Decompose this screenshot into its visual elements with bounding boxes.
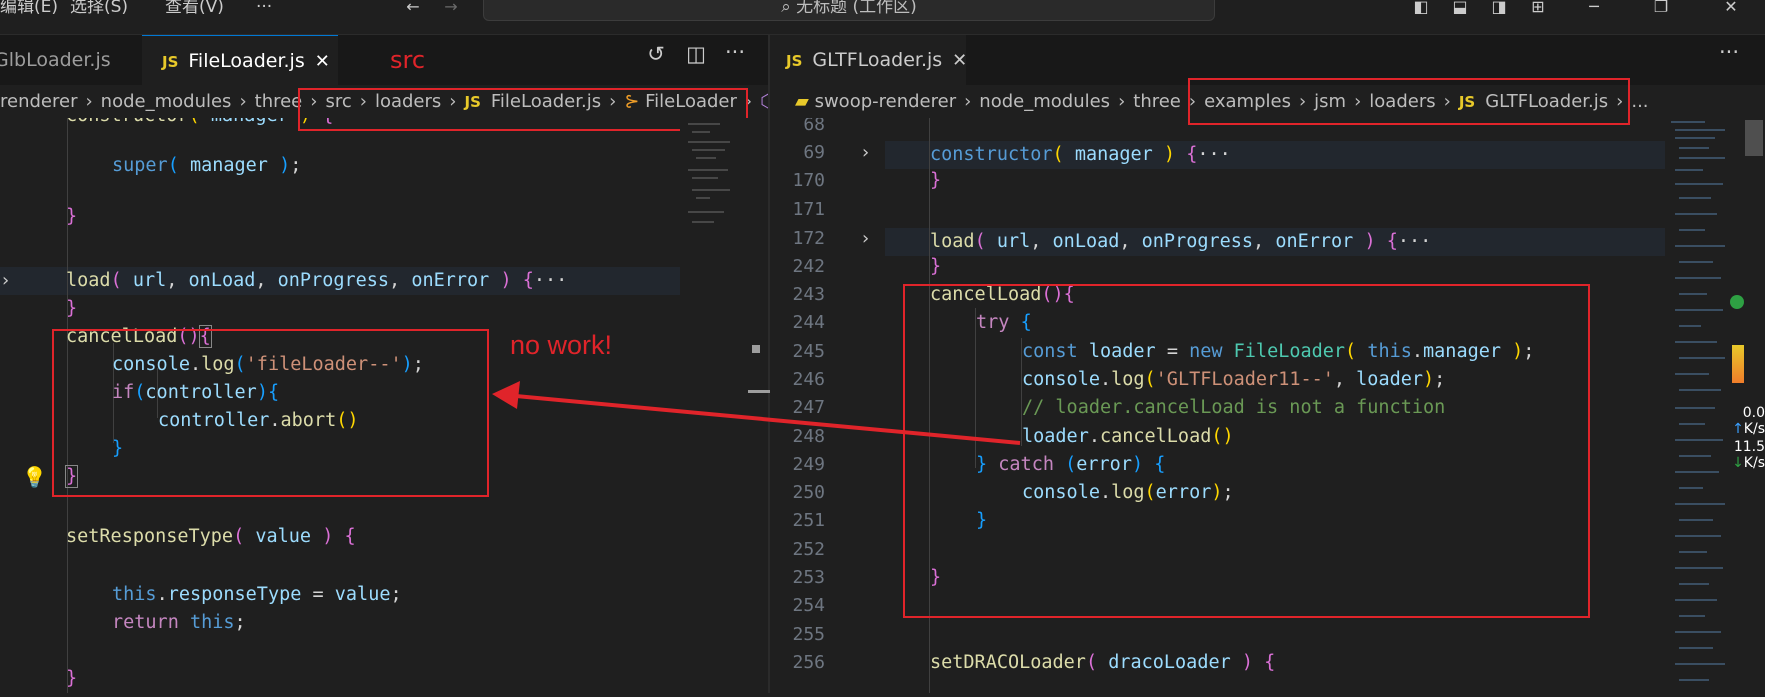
line-number: 255 [792, 624, 825, 645]
code-line: this.responseType = value; [112, 584, 402, 605]
search-icon: ⌕ [781, 0, 797, 17]
line-number: 253 [792, 567, 825, 588]
code-line: } [66, 206, 78, 227]
menu-more[interactable]: ··· [256, 0, 272, 22]
line-number: 170 [792, 170, 825, 191]
more-actions-icon[interactable]: ··· [1718, 42, 1740, 63]
tab-label: FileLoader.js [188, 50, 305, 72]
fold-chevron-icon[interactable]: › [0, 267, 11, 295]
download-speed: 11.5 [1733, 439, 1765, 455]
line-number: 68 [803, 118, 825, 135]
breadcrumb-item[interactable]: renderer [0, 91, 77, 112]
breadcrumb-item[interactable]: node_modules [101, 91, 232, 112]
line-number: 248 [792, 426, 825, 447]
forward-arrow-icon[interactable]: → [440, 0, 462, 16]
upload-unit: K/s [1743, 421, 1765, 437]
customize-layout-icon[interactable]: ⊞ [1527, 0, 1549, 16]
scroll-marker [752, 345, 760, 353]
code-line: } [930, 256, 942, 277]
js-file-icon: JS [786, 52, 803, 70]
history-icon[interactable]: ↺ [645, 44, 667, 65]
back-arrow-icon[interactable]: ← [402, 0, 424, 16]
tab-gltfloader[interactable]: JS GLTFLoader.js ✕ [770, 35, 967, 85]
folder-icon: ▰ [795, 91, 815, 112]
toggle-secondary-sidebar-icon[interactable]: ◨ [1488, 0, 1510, 16]
line-number: 69 [803, 142, 825, 163]
minimize-icon[interactable]: ─ [1583, 0, 1605, 16]
code-line: constructor( manager ) {··· [930, 144, 1231, 165]
fold-chevron-icon[interactable]: › [860, 139, 871, 167]
code-line: setResponseType( value ) { [66, 526, 356, 547]
line-number: 249 [792, 454, 825, 475]
breadcrumb-item[interactable]: ... [1631, 91, 1648, 112]
line-number: 256 [792, 652, 825, 673]
toggle-primary-sidebar-icon[interactable]: ◧ [1410, 0, 1432, 16]
menu-edit[interactable]: 编辑(E) [0, 0, 58, 22]
code-line: } [66, 668, 78, 689]
code-line: return this; [112, 612, 246, 633]
command-center[interactable]: ⌕ 无标题 (工作区) [483, 0, 1215, 21]
tab-glbloader[interactable]: GlbLoader.js [0, 35, 142, 85]
gauge-bar [1732, 345, 1744, 383]
toggle-panel-icon[interactable]: ⬓ [1449, 0, 1471, 16]
line-number: 250 [792, 482, 825, 503]
line-number: 242 [792, 256, 825, 277]
close-icon[interactable]: ✕ [315, 51, 330, 72]
js-file-icon: JS [162, 53, 179, 71]
no-work-annotation: no work! [510, 330, 613, 360]
line-number: 247 [792, 397, 825, 418]
minimap-lines [688, 123, 730, 223]
line-number: 172 [792, 228, 825, 249]
tab-fileloader[interactable]: JS FileLoader.js ✕ [142, 35, 338, 85]
download-unit: K/s [1743, 455, 1765, 471]
line-number: 244 [792, 312, 825, 333]
tab-label: GLTFLoader.js [812, 49, 943, 71]
more-actions-icon[interactable]: ··· [724, 42, 746, 63]
title-bar: 编辑(E) 选择(S) 查看(V) ··· ← → ⌕ 无标题 (工作区) ◧ … [0, 0, 1765, 35]
download-arrow-icon: ↓ [1732, 455, 1744, 471]
cancelload-highlight-box [903, 284, 1590, 618]
code-line: } [66, 298, 78, 319]
close-icon[interactable]: ✕ [952, 50, 967, 71]
lightbulb-icon[interactable]: 💡 [22, 463, 47, 491]
src-annotation: src [390, 46, 426, 74]
maximize-icon[interactable]: ❐ [1650, 0, 1672, 16]
line-number: 251 [792, 510, 825, 531]
upload-speed: 0.0 [1742, 405, 1765, 421]
code-line: constructor( manager ) { [66, 118, 333, 130]
menu-select[interactable]: 选择(S) [70, 0, 128, 22]
fold-chevron-icon[interactable]: › [860, 225, 871, 253]
command-center-text: 无标题 (工作区) [796, 0, 917, 17]
breadcrumb-item[interactable]: swoop-renderer [815, 91, 957, 112]
upload-arrow-icon: ↑ [1732, 421, 1744, 437]
scroll-marker [748, 390, 770, 393]
menu-view[interactable]: 查看(V) [165, 0, 224, 22]
code-line: load( url, onLoad, onProgress, onError )… [930, 231, 1432, 252]
status-dot-icon [1730, 295, 1744, 309]
line-number: 171 [792, 199, 825, 220]
left-minimap[interactable] [680, 118, 750, 238]
network-speed-widget: 0.0 ↑K/s 11.5 ↓K/s [1722, 405, 1765, 471]
breadcrumb-item[interactable]: three [255, 91, 303, 112]
line-number: 252 [792, 539, 825, 560]
breadcrumb-item[interactable]: three [1133, 91, 1181, 112]
line-number: 245 [792, 341, 825, 362]
line-number: 254 [792, 595, 825, 616]
split-editor-icon[interactable]: ◫ [685, 44, 707, 65]
code-line: setDRACOLoader( dracoLoader ) { [930, 652, 1276, 673]
code-line: load( url, onLoad, onProgress, onError )… [66, 270, 568, 291]
scrollbar-thumb[interactable] [1745, 120, 1763, 156]
breadcrumb-item[interactable]: node_modules [979, 91, 1110, 112]
code-line: } [930, 170, 942, 191]
code-line: super( manager ); [112, 155, 302, 176]
line-number: 246 [792, 369, 825, 390]
line-number: 243 [792, 284, 825, 305]
close-window-icon[interactable]: ✕ [1720, 0, 1742, 16]
cancelload-highlight-box [52, 329, 489, 497]
tab-label: GlbLoader.js [0, 49, 111, 71]
